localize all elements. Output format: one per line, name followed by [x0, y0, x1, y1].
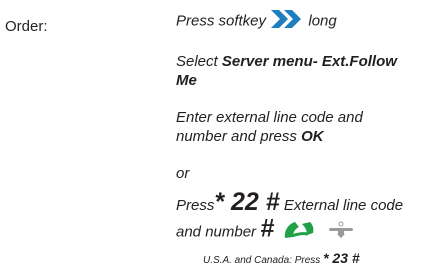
hash-key: # — [260, 214, 275, 243]
step-press-code: Press* 22 # External line code — [176, 190, 404, 215]
step-select-continued: Me — [176, 71, 197, 90]
select-prefix: Select — [176, 53, 218, 70]
note-code-23: * 23 # — [323, 250, 360, 266]
external-line-code-text: External line code — [283, 197, 404, 214]
softkey-suffix: long — [308, 12, 337, 30]
press-text: Press — [176, 197, 215, 214]
step-select: Select Server menu- Ext.Follow — [176, 52, 397, 71]
handset-offhook-icon — [282, 218, 316, 247]
enter-text-2: number and press — [176, 128, 297, 145]
and-number-text: and number — [176, 223, 257, 241]
step-enter-line-2: number and press OK — [176, 127, 324, 146]
code-22: * 22 # — [214, 188, 280, 216]
step-and-number: and number # — [176, 216, 356, 247]
ok-key-text: OK — [301, 128, 324, 145]
or-separator: or — [176, 165, 190, 182]
note-text: U.S.A. and Canada: Press — [203, 255, 321, 266]
handset-onhook-icon — [326, 219, 356, 246]
step-enter-line-1: Enter external line code and — [176, 108, 363, 127]
select-menu-path-end: Me — [176, 72, 197, 89]
order-label: Order: — [5, 18, 48, 35]
select-menu-path: Server menu- Ext.Follow — [221, 53, 397, 70]
softkey-prefix: Press softkey — [176, 12, 267, 30]
enter-text-1: Enter external line code and — [176, 109, 363, 126]
step-softkey: Press softkey long — [176, 9, 337, 34]
usa-canada-note: U.S.A. and Canada: Press * 23 # — [203, 249, 360, 270]
double-chevron-right-icon — [270, 9, 304, 34]
